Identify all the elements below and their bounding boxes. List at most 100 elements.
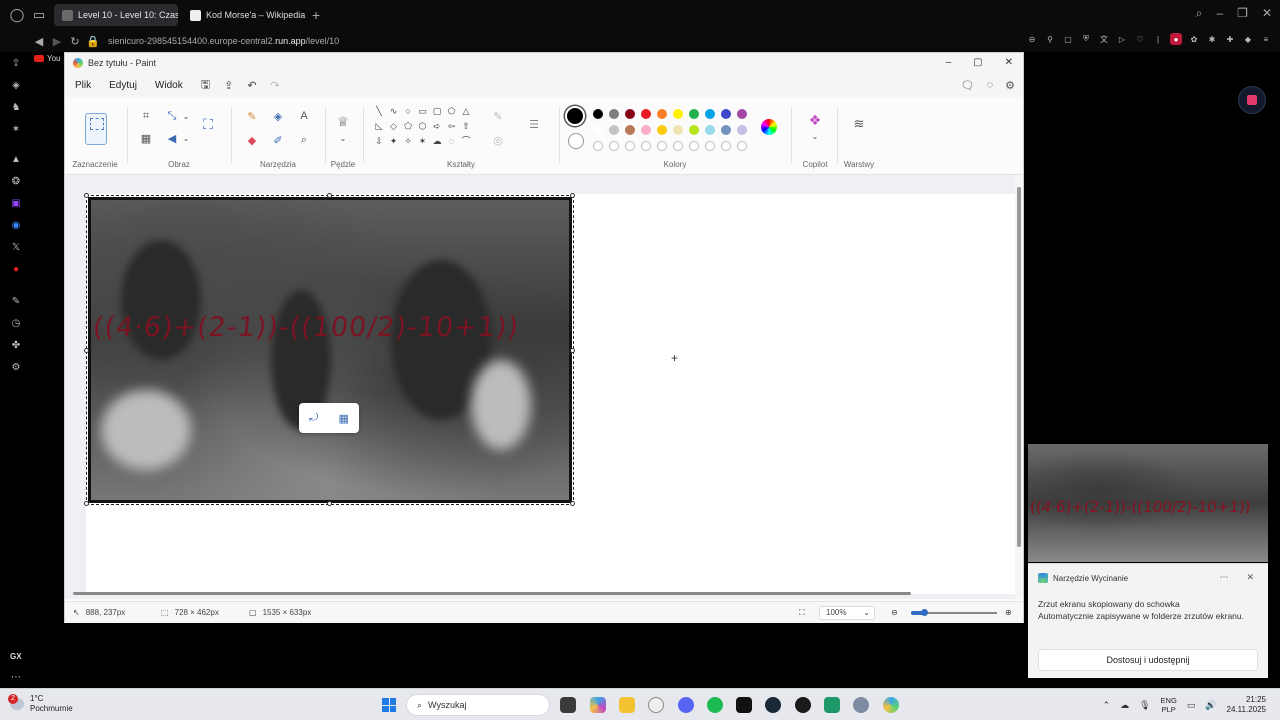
color-swatch[interactable]	[705, 141, 715, 151]
zoom-select[interactable]: 100% ⌄	[819, 606, 875, 620]
resize-handle[interactable]	[327, 501, 332, 506]
shape-option-icon[interactable]: ⬠	[402, 120, 414, 132]
color-swatch[interactable]	[641, 109, 651, 119]
close-icon[interactable]: ✕	[1262, 6, 1272, 21]
color-swatch[interactable]	[689, 125, 699, 135]
translate-icon[interactable]: 文	[1098, 33, 1110, 45]
taskbar-discord-icon[interactable]	[678, 697, 694, 713]
color-swatch[interactable]	[737, 141, 747, 151]
shape-option-icon[interactable]: ⇩	[373, 135, 385, 147]
resize-handle[interactable]	[84, 348, 89, 353]
color-swatch[interactable]	[737, 109, 747, 119]
comment-icon[interactable]: 🗨	[961, 79, 975, 92]
color-swatch[interactable]	[625, 141, 635, 151]
volume-icon[interactable]: 🔊	[1205, 700, 1216, 711]
resize-handle[interactable]	[327, 193, 332, 198]
menu-edit[interactable]: Edytuj	[109, 80, 137, 91]
shield-icon[interactable]: ⛨	[1080, 33, 1092, 45]
outline-icon[interactable]: ✎	[491, 109, 505, 123]
taskbar-app-icon[interactable]	[648, 697, 664, 713]
account-icon[interactable]: ◌	[987, 79, 994, 92]
zoom-slider[interactable]	[911, 609, 997, 616]
fill-icon[interactable]: ◈	[271, 109, 285, 123]
shape-option-icon[interactable]: ◺	[373, 120, 385, 132]
color-swatch[interactable]	[673, 141, 683, 151]
resize-icon[interactable]: ⤡	[165, 109, 179, 123]
shape-option-icon[interactable]: ⬠	[446, 105, 458, 117]
resize-handle[interactable]	[84, 193, 89, 198]
resize-handle[interactable]	[570, 501, 575, 506]
color-swatch[interactable]	[641, 141, 651, 151]
sidebar-messenger-icon[interactable]: ◉	[9, 218, 23, 232]
extension-icon[interactable]: ✱	[1206, 33, 1218, 45]
sidebar-arrow-icon[interactable]: ⇪	[9, 56, 23, 70]
play-icon[interactable]: ▷	[1116, 33, 1128, 45]
customize-share-button[interactable]: Dostosuj i udostępnij	[1038, 649, 1258, 671]
color2-swatch[interactable]	[568, 133, 584, 149]
close-icon[interactable]: ✕	[1246, 572, 1254, 583]
shape-option-icon[interactable]: ✦	[388, 135, 400, 147]
color-swatch[interactable]	[721, 141, 731, 151]
color-swatch[interactable]	[641, 125, 651, 135]
sidebar-game-icon[interactable]: ♞	[9, 100, 23, 114]
gx-label[interactable]: GX	[10, 652, 22, 661]
maximize-icon[interactable]: ▢	[973, 57, 982, 68]
tab-wikipedia[interactable]: Kod Morse'a – Wikipedia,	[182, 4, 306, 26]
color-swatch[interactable]	[593, 141, 603, 151]
taskbar-app-icon[interactable]	[560, 697, 576, 713]
color-swatch[interactable]	[625, 125, 635, 135]
color-swatch[interactable]	[657, 141, 667, 151]
forward-icon[interactable]: ▶	[48, 35, 66, 48]
text-icon[interactable]: A	[297, 109, 311, 123]
color-swatch[interactable]	[673, 109, 683, 119]
shape-option-icon[interactable]: ⌒	[460, 135, 472, 147]
search-icon[interactable]: ⌕	[1196, 6, 1203, 21]
color-swatch[interactable]	[609, 109, 619, 119]
shape-option-icon[interactable]: △	[460, 105, 472, 117]
image-tool-icon[interactable]: ⤾	[309, 412, 318, 425]
redo-icon[interactable]: ↷	[271, 79, 280, 92]
pin-icon[interactable]: ⚲	[1044, 33, 1056, 45]
record-extension-icon[interactable]: ●	[1170, 33, 1182, 45]
scroll-thumb[interactable]	[73, 592, 911, 595]
shape-size-icon[interactable]: ☰	[527, 117, 541, 131]
zoom-in-icon[interactable]: ⊕	[1005, 608, 1012, 617]
layers-icon[interactable]: ≋	[852, 116, 866, 131]
sidebar-star-icon[interactable]: ✶	[9, 122, 23, 136]
menu-file[interactable]: Plik	[75, 80, 91, 91]
save-icon[interactable]: 🖫	[201, 76, 210, 95]
zoom-slider-knob[interactable]	[920, 609, 928, 616]
show-hidden-icons[interactable]: ⌃	[1103, 700, 1111, 711]
taskbar-spotify-icon[interactable]	[707, 697, 723, 713]
copilot-icon[interactable]: ❖	[808, 112, 822, 128]
sidebar-x-icon[interactable]: 𝕏	[9, 240, 23, 254]
color-swatch[interactable]	[657, 125, 667, 135]
shape-option-icon[interactable]: ☁	[431, 135, 443, 147]
taskbar-settings-icon[interactable]	[853, 697, 869, 713]
pencil-icon[interactable]: ✎	[245, 109, 259, 123]
sidebar-chatgpt-icon[interactable]: ❂	[9, 174, 23, 188]
shape-option-icon[interactable]: ∿	[388, 105, 400, 117]
youtube-bookmark[interactable]: You	[34, 54, 61, 63]
shape-option-icon[interactable]: ◇	[388, 120, 400, 132]
snapshot-icon[interactable]: ▢	[1062, 33, 1074, 45]
eraser-icon[interactable]: ◆	[245, 133, 259, 147]
shape-option-icon[interactable]: ▢	[431, 105, 443, 117]
tab-manager-icon[interactable]: ▭	[28, 4, 50, 26]
mic-icon[interactable]: 🎙	[1139, 700, 1150, 711]
edit-colors-button[interactable]	[761, 119, 777, 135]
chevron-down-icon[interactable]: ⌄	[179, 109, 193, 123]
color-swatch[interactable]	[737, 125, 747, 135]
crop-icon[interactable]: ⌗	[139, 109, 153, 123]
chevron-down-icon[interactable]: ⌄	[336, 131, 350, 145]
minimize-icon[interactable]: –	[1216, 6, 1223, 21]
share-icon[interactable]: ⇪	[224, 79, 233, 92]
taskbar-paint-icon[interactable]	[883, 697, 899, 713]
taskbar-steam-icon[interactable]	[765, 697, 781, 713]
record-button[interactable]	[1238, 86, 1266, 114]
menu-view[interactable]: Widok	[155, 80, 183, 91]
opera-logo-icon[interactable]: ◯	[6, 4, 28, 26]
snip-preview-image[interactable]: ((4·6)+(2-1))-((100/2)-10+1))	[1028, 444, 1268, 562]
fit-to-window-icon[interactable]: ⛶	[799, 608, 805, 618]
settings-icon[interactable]: ⚙	[1005, 79, 1015, 92]
